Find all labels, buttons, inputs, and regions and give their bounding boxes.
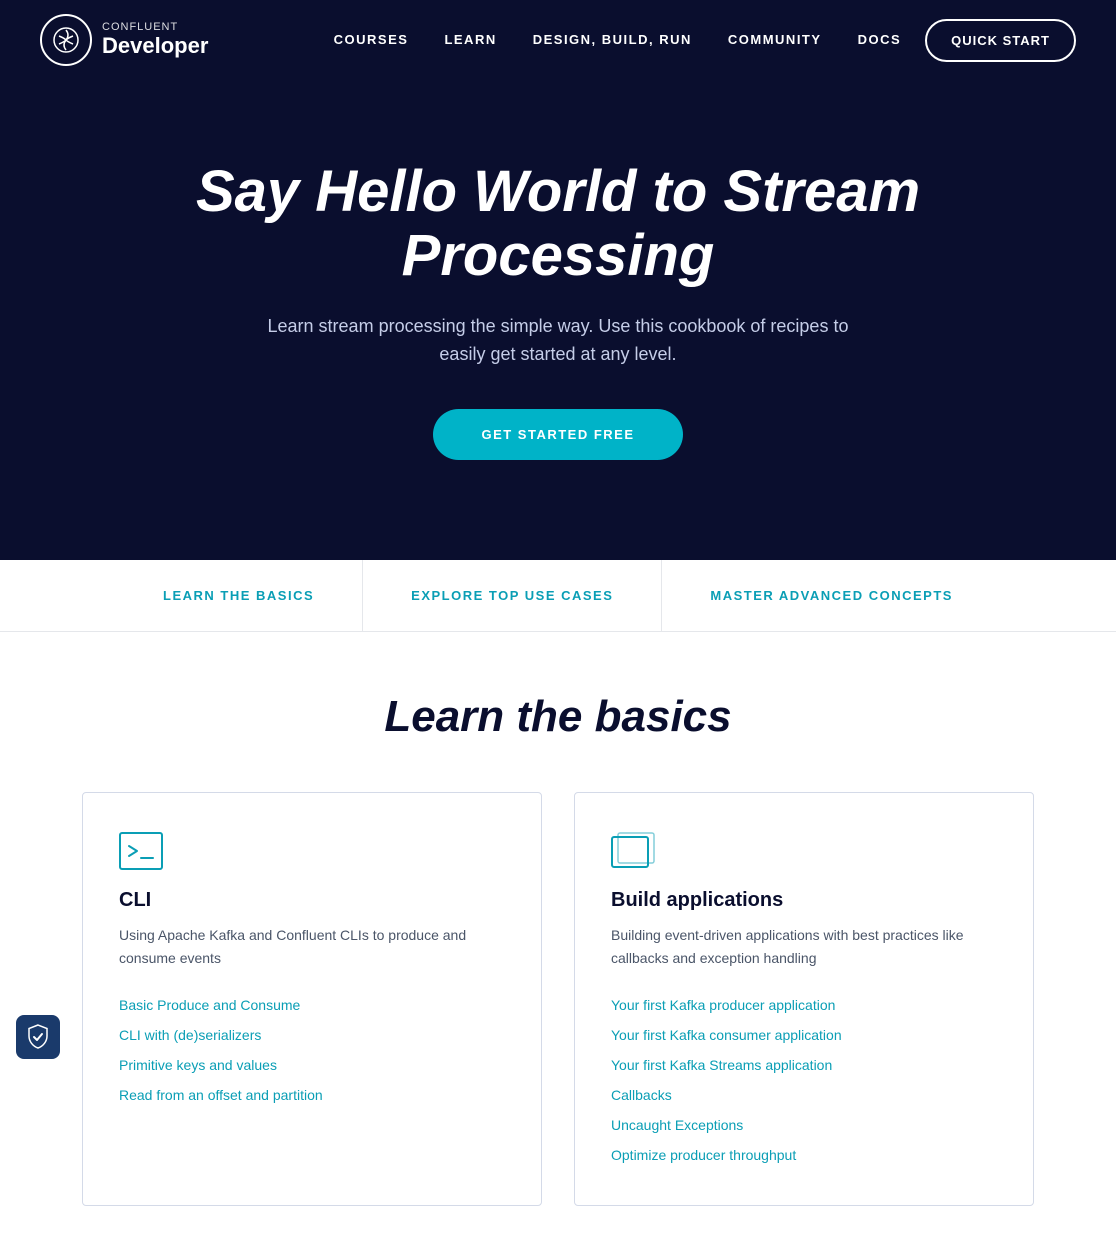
- build-link-5[interactable]: Optimize producer throughput: [611, 1147, 796, 1163]
- nav-community[interactable]: COMMUNITY: [728, 32, 822, 47]
- cli-icon: [119, 829, 163, 873]
- hero-title: Say Hello World to Stream Processing: [128, 160, 988, 288]
- hero-section: Say Hello World to Stream Processing Lea…: [0, 80, 1116, 560]
- build-apps-card-links: Your first Kafka producer application Yo…: [611, 997, 997, 1165]
- tab-explore-use-cases[interactable]: EXPLORE TOP USE CASES: [362, 560, 661, 631]
- cli-card-description: Using Apache Kafka and Confluent CLIs to…: [119, 924, 505, 969]
- logo-text: CONFLUENT Developer: [102, 21, 208, 59]
- build-apps-card-description: Building event-driven applications with …: [611, 924, 997, 969]
- build-apps-card: Build applications Building event-driven…: [574, 792, 1034, 1206]
- nav-design-build-run[interactable]: DESIGN, BUILD, RUN: [533, 32, 692, 47]
- logo-link[interactable]: CONFLUENT Developer: [40, 14, 208, 66]
- tab-master-advanced[interactable]: MASTER ADVANCED CONCEPTS: [661, 560, 1001, 631]
- build-link-1[interactable]: Your first Kafka consumer application: [611, 1027, 842, 1043]
- build-apps-icon: [611, 829, 655, 873]
- cli-link-3[interactable]: Read from an offset and partition: [119, 1087, 323, 1103]
- nav-courses[interactable]: COURSES: [334, 32, 409, 47]
- tab-learn-basics[interactable]: LEARN THE BASICS: [115, 560, 362, 631]
- build-link-3[interactable]: Callbacks: [611, 1087, 672, 1103]
- cli-link-2[interactable]: Primitive keys and values: [119, 1057, 277, 1073]
- cli-link-0[interactable]: Basic Produce and Consume: [119, 997, 300, 1013]
- tabs-bar: LEARN THE BASICS EXPLORE TOP USE CASES M…: [0, 560, 1116, 632]
- build-apps-card-title: Build applications: [611, 889, 997, 912]
- build-link-2[interactable]: Your first Kafka Streams application: [611, 1057, 832, 1073]
- logo-icon: [40, 14, 92, 66]
- hero-subtitle: Learn stream processing the simple way. …: [248, 312, 868, 370]
- nav-links: COURSES LEARN DESIGN, BUILD, RUN COMMUNI…: [334, 31, 901, 49]
- build-link-0[interactable]: Your first Kafka producer application: [611, 997, 835, 1013]
- cli-link-1[interactable]: CLI with (de)serializers: [119, 1027, 261, 1043]
- cli-card: CLI Using Apache Kafka and Confluent CLI…: [82, 792, 542, 1206]
- brand-confluent: CONFLUENT: [102, 21, 208, 33]
- nav-docs[interactable]: DOCS: [858, 32, 902, 47]
- security-badge[interactable]: [16, 1015, 60, 1059]
- section-title: Learn the basics: [40, 692, 1076, 742]
- get-started-button[interactable]: GET STARTED FREE: [433, 409, 682, 460]
- navbar: CONFLUENT Developer COURSES LEARN DESIGN…: [0, 0, 1116, 80]
- brand-developer: Developer: [102, 33, 208, 59]
- build-link-4[interactable]: Uncaught Exceptions: [611, 1117, 743, 1133]
- learn-basics-section: Learn the basics CLI Using Apache Kafka …: [0, 632, 1116, 1246]
- nav-learn[interactable]: LEARN: [444, 32, 496, 47]
- cards-container: CLI Using Apache Kafka and Confluent CLI…: [58, 792, 1058, 1206]
- cli-card-links: Basic Produce and Consume CLI with (de)s…: [119, 997, 505, 1105]
- cli-card-title: CLI: [119, 889, 505, 912]
- quick-start-button[interactable]: QUICK START: [925, 19, 1076, 62]
